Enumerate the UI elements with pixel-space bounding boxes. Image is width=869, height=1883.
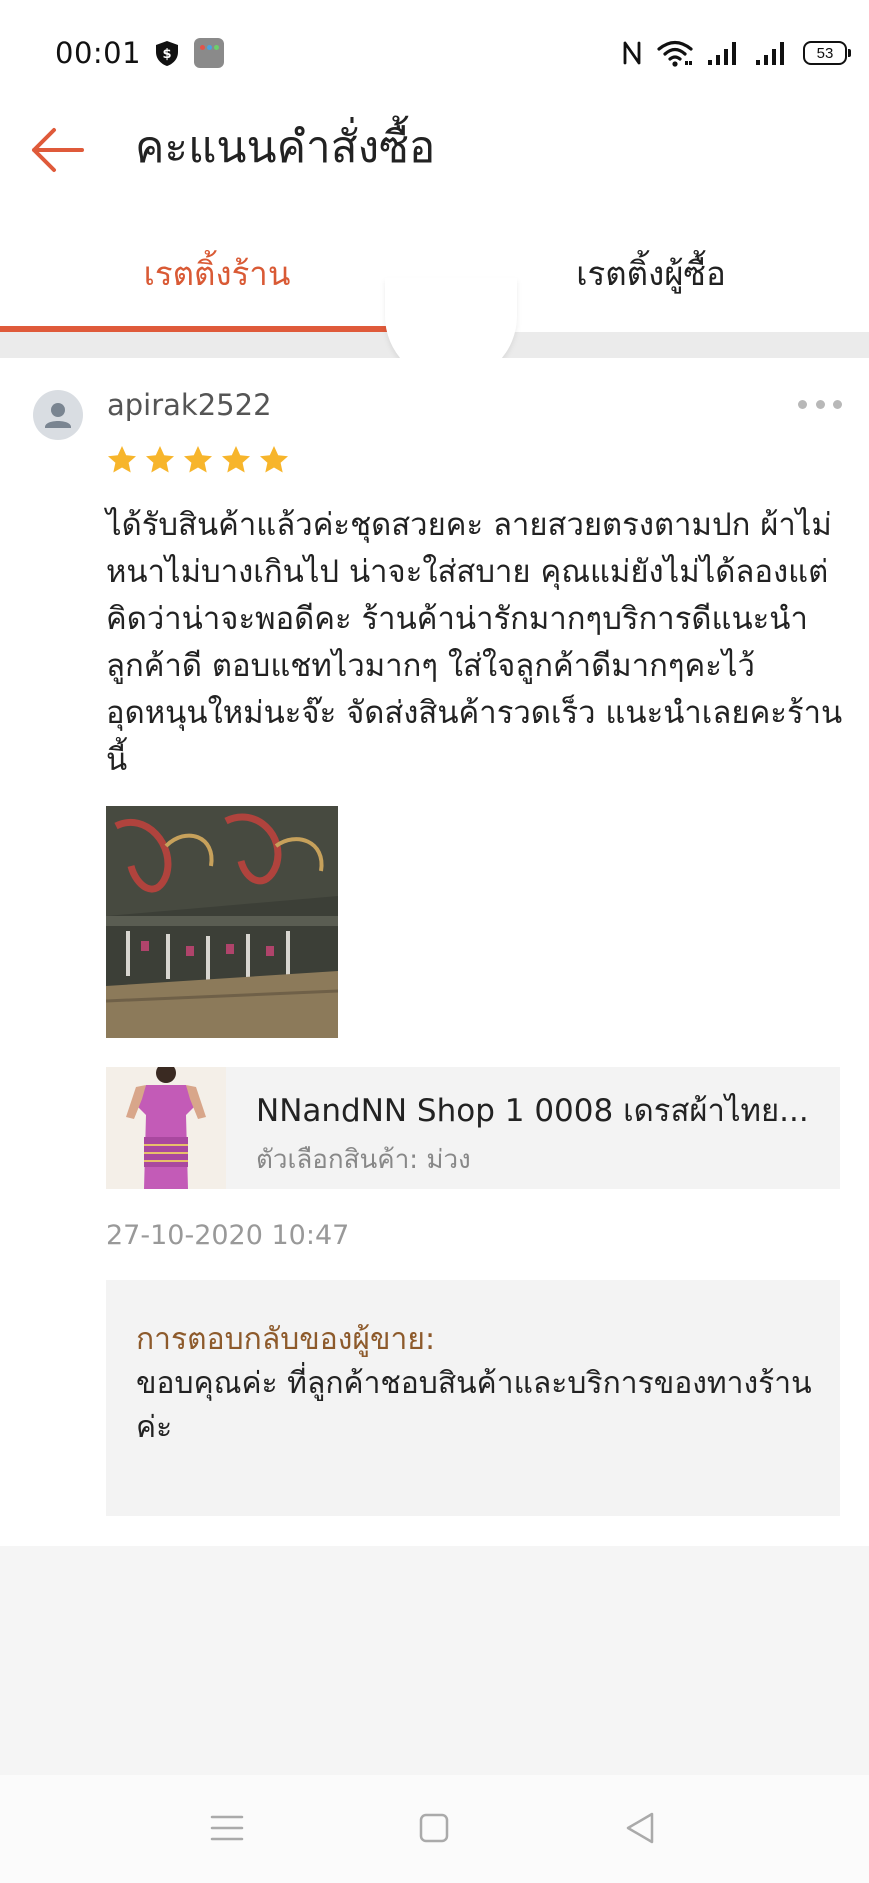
battery-icon: 53 [803, 41, 851, 65]
star-icon [108, 446, 136, 473]
status-time: 00:01 [55, 36, 142, 70]
square-icon [419, 1813, 449, 1843]
review-date: 27-10-2020 10:47 [106, 1220, 350, 1251]
status-icons: 53 [621, 36, 851, 70]
star-icon [184, 446, 212, 473]
triangle-back-icon [626, 1812, 654, 1844]
app-grid-icon [194, 38, 224, 68]
shield-dollar-icon: $ [156, 41, 178, 66]
reviewed-product[interactable]: NNandNN Shop 1 0008 เดรสผ้าไทย... ตัวเลื… [106, 1067, 840, 1189]
svg-text:$: $ [162, 47, 171, 62]
signal-icon [756, 42, 784, 65]
back-button[interactable] [28, 120, 88, 180]
status-bar: 00:01 $ 53 [0, 0, 869, 106]
back-nav-button[interactable] [615, 1803, 665, 1853]
system-nav-bar [0, 1775, 869, 1883]
review-card: apirak2522 ได้รับสินค้าแล้วค่ะชุดสวยคะ ล… [0, 358, 869, 1546]
star-rating [106, 444, 290, 476]
arrow-left-icon [32, 128, 84, 172]
dot-icon [798, 399, 807, 409]
fabric-photo [106, 806, 338, 1038]
seller-reply-text: ขอบคุณค่ะ ที่ลูกค้าชอบสินค้าและบริการของ… [136, 1366, 812, 1445]
review-photo[interactable] [106, 806, 338, 1038]
star-icon [146, 446, 174, 473]
star-icon [260, 446, 288, 473]
user-icon [45, 403, 71, 428]
product-thumbnail [106, 1067, 226, 1189]
battery-level: 53 [816, 44, 834, 62]
avatar[interactable] [33, 390, 83, 440]
nfc-icon [623, 41, 641, 65]
menu-icon [210, 1815, 244, 1841]
dot-icon [833, 399, 842, 409]
product-name: NNandNN Shop 1 0008 เดรสผ้าไทย... [256, 1093, 809, 1129]
menu-button[interactable] [202, 1803, 252, 1853]
seller-reply-label: การตอบกลับของผู้ขาย: [136, 1322, 436, 1357]
wifi-icon [657, 40, 693, 67]
home-button[interactable] [409, 1803, 459, 1853]
star-icon [222, 446, 250, 473]
dress-photo [106, 1067, 226, 1189]
more-options-button[interactable] [798, 394, 842, 414]
app-bar: คะแนนคำสั่งซื้อ [0, 106, 869, 218]
dot-icon [815, 399, 825, 409]
signal-icon [708, 42, 736, 65]
tab-shop-rating[interactable]: เรตติ้งร้าน [0, 228, 434, 332]
product-variant: ตัวเลือกสินค้า: ม่วง [256, 1145, 471, 1175]
review-text: ได้รับสินค้าแล้วค่ะชุดสวยคะ ลายสวยตรงตาม… [106, 507, 843, 778]
page-title: คะแนนคำสั่งซื้อ [135, 122, 436, 173]
seller-reply: การตอบกลับของผู้ขาย: ขอบคุณค่ะ ที่ลูกค้า… [106, 1280, 840, 1516]
reviewer-username[interactable]: apirak2522 [107, 388, 272, 422]
